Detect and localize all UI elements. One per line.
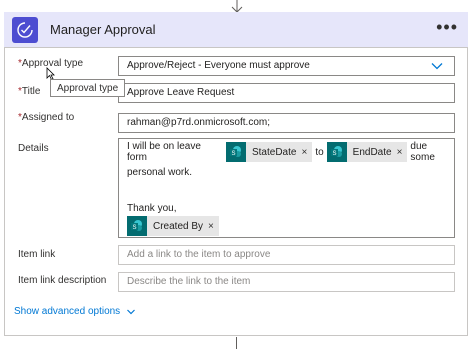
sharepoint-icon: S	[326, 142, 347, 162]
token-created-by[interactable]: S Created By ×	[127, 216, 219, 236]
chevron-down-icon[interactable]	[430, 59, 444, 73]
close-icon[interactable]: ×	[397, 147, 408, 158]
show-advanced-options-link[interactable]: Show advanced options	[14, 306, 136, 317]
assigned-to-field[interactable]: rahman@p7rd.onmicrosoft.com;	[118, 113, 455, 133]
approval-check-icon	[12, 17, 38, 43]
svg-text:S: S	[231, 151, 235, 157]
sharepoint-icon: S	[127, 216, 147, 236]
title-field[interactable]: Approve Leave Request	[118, 83, 455, 103]
svg-text:S: S	[132, 225, 136, 231]
item-link-field[interactable]: Add a link to the item to approve	[118, 245, 455, 265]
close-icon[interactable]: ×	[208, 221, 219, 232]
close-icon[interactable]: ×	[301, 147, 312, 158]
sharepoint-icon: S	[225, 142, 246, 162]
card-title: Manager Approval	[50, 22, 156, 37]
token-statedate[interactable]: S StateDate ×	[225, 142, 313, 162]
connector-line	[236, 337, 237, 349]
assigned-to-label: *Assigned to	[18, 112, 75, 123]
title-label: *Title	[18, 86, 41, 97]
details-field[interactable]: I will be on leave form S StateDate × to…	[118, 138, 455, 238]
tooltip: Approval type	[50, 79, 126, 97]
svg-text:S: S	[332, 151, 336, 157]
details-line-4: S Created By ×	[124, 216, 222, 236]
details-line-3: Thank you,	[127, 202, 177, 214]
details-line-1: I will be on leave form S StateDate × to…	[127, 141, 435, 163]
card-header[interactable]: Manager Approval •••	[4, 12, 468, 48]
item-link-label: Item link	[18, 249, 56, 260]
approval-type-dropdown[interactable]: Approve/Reject - Everyone must approve	[118, 56, 455, 76]
chevron-down-icon	[127, 309, 136, 314]
item-link-description-label: Item link description	[18, 275, 107, 286]
more-options-icon[interactable]: •••	[436, 17, 458, 38]
details-label: Details	[18, 143, 49, 154]
token-enddate[interactable]: S EndDate ×	[326, 142, 408, 162]
item-link-description-field[interactable]: Describe the link to the item	[118, 272, 455, 292]
details-line-2: personal work.	[127, 166, 193, 178]
